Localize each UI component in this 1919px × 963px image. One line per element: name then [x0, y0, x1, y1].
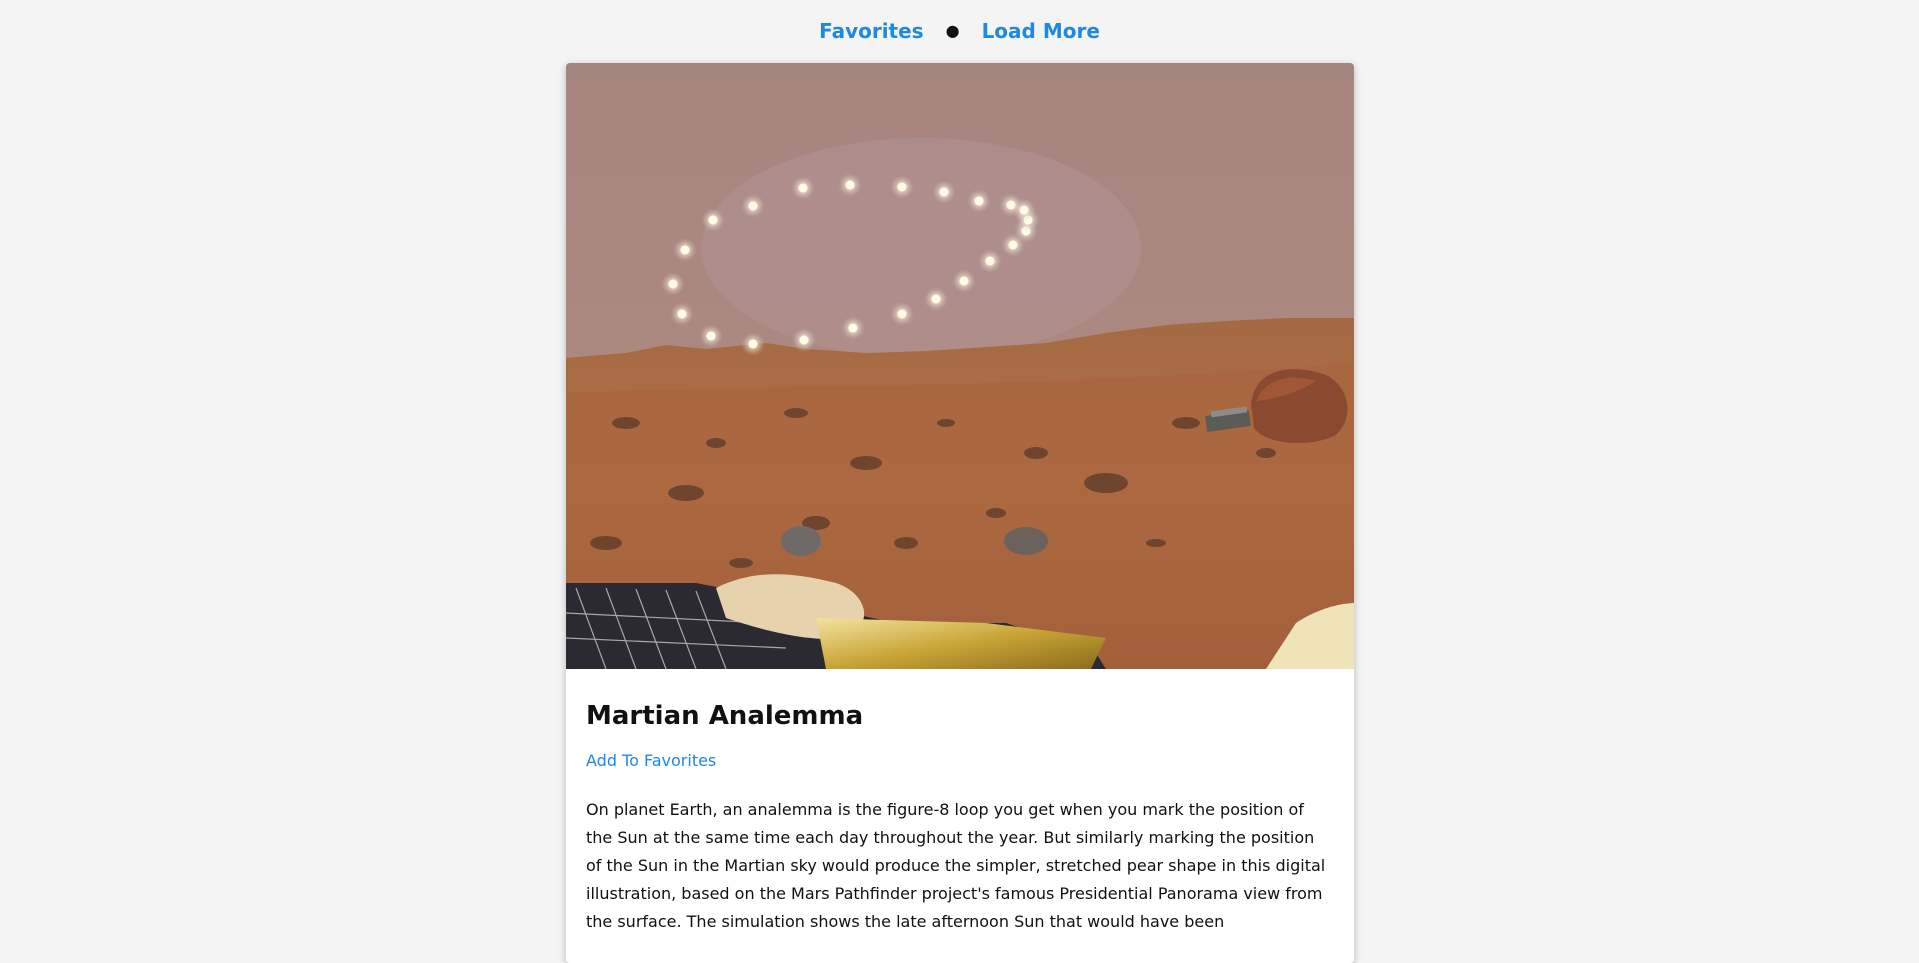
sun-dot [748, 201, 758, 211]
apod-card: Martian Analemma Add To Favorites On pla… [566, 63, 1354, 963]
post-content: Martian Analemma Add To Favorites On pla… [566, 669, 1354, 936]
sun-dot [668, 279, 678, 289]
sun-dot [939, 187, 949, 197]
nav-separator-dot: ● [945, 21, 960, 40]
favorites-link[interactable]: Favorites [819, 19, 924, 43]
sun-dot [974, 196, 984, 206]
sun-dot [931, 294, 941, 304]
top-nav: Favorites ● Load More [0, 0, 1919, 62]
sun-dot [680, 245, 690, 255]
mars-landscape-image [566, 63, 1354, 669]
add-to-favorites-link[interactable]: Add To Favorites [586, 751, 716, 770]
apod-image[interactable] [566, 63, 1354, 669]
sun-dot [677, 309, 687, 319]
sun-dot [985, 256, 995, 266]
sun-dot [748, 339, 758, 349]
sun-dot [799, 335, 809, 345]
sun-dot [1006, 200, 1016, 210]
sun-dot [798, 183, 808, 193]
sun-dot [897, 309, 907, 319]
sun-dot [959, 276, 969, 286]
sun-dot [897, 182, 907, 192]
post-title: Martian Analemma [586, 701, 864, 731]
sun-dot [1008, 240, 1018, 250]
post-explanation: On planet Earth, an analemma is the figu… [586, 800, 1326, 931]
sun-dot [706, 331, 716, 341]
sun-dot [708, 215, 718, 225]
sun-dot [848, 323, 858, 333]
load-more-link[interactable]: Load More [982, 19, 1100, 43]
sun-dot [845, 180, 855, 190]
